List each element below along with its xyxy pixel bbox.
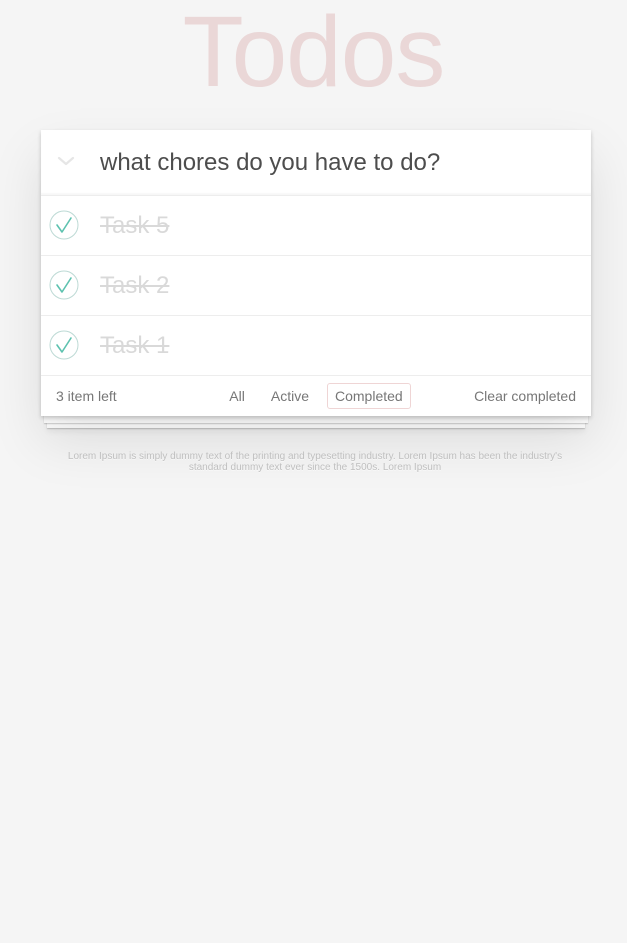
info-footer: Lorem Ipsum is simply dummy text of the … (60, 451, 570, 473)
check-circle-icon (49, 210, 79, 240)
todo-checkbox[interactable] (49, 330, 79, 360)
todo-list: Task 5 Task 2 Task 1 (41, 196, 591, 376)
filter-completed[interactable]: Completed (326, 383, 411, 409)
todo-label: Task 1 (100, 332, 170, 359)
filter-active[interactable]: Active (263, 383, 317, 409)
toggle-all-button[interactable] (41, 130, 91, 195)
todo-app-card: Task 5 Task 2 Task 1 3 item left (41, 130, 591, 416)
new-todo-input[interactable] (100, 130, 580, 195)
chevron-down-icon (57, 154, 75, 172)
todo-footer: 3 item left All Active Completed Clear c… (41, 376, 591, 416)
todo-label: Task 2 (100, 272, 170, 299)
todo-item-task-1[interactable]: Task 1 (41, 316, 591, 376)
filter-all[interactable]: All (221, 383, 253, 409)
check-circle-icon (49, 270, 79, 300)
todo-item-task-2[interactable]: Task 2 (41, 256, 591, 316)
info-text: Lorem Ipsum is simply dummy text of the … (67, 451, 563, 473)
info-link[interactable]: Lorem Ipsum (383, 462, 441, 473)
clear-completed-button[interactable]: Clear completed (474, 376, 576, 416)
todo-header (41, 130, 591, 196)
page-title: Todos (182, 0, 446, 108)
check-circle-icon (49, 330, 79, 360)
todo-checkbox[interactable] (49, 270, 79, 300)
todo-item-task-5[interactable]: Task 5 (41, 196, 591, 256)
todo-checkbox[interactable] (49, 210, 79, 240)
todo-label: Task 5 (100, 212, 170, 239)
